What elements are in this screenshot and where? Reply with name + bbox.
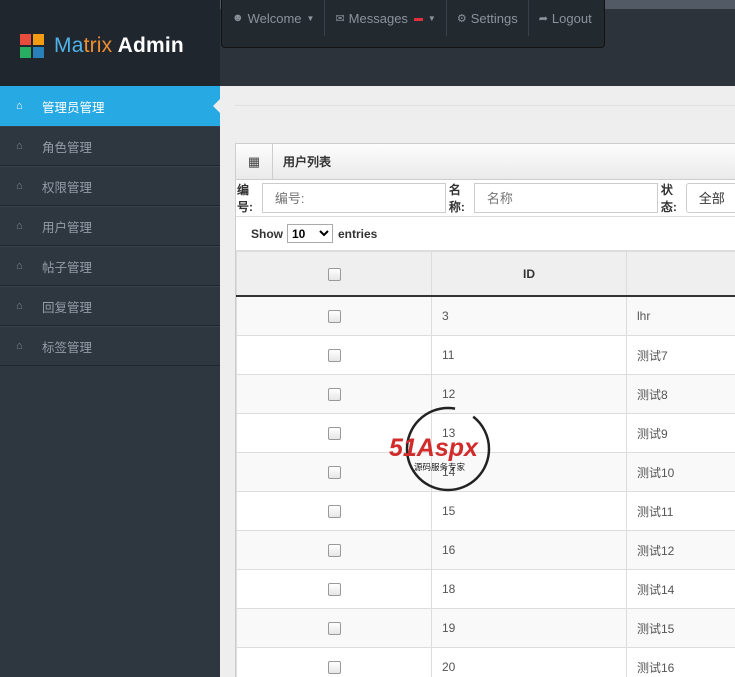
cell-id: 16 <box>431 530 627 570</box>
home-icon: ⌂ <box>16 140 23 152</box>
length-control: Show 10 entries <box>236 217 735 251</box>
widget-header: ▦ 用户列表 <box>236 144 735 180</box>
name-filter-label: 名称: <box>448 183 465 214</box>
table-row: 20 测试16 <box>236 647 735 677</box>
cell-id: 20 <box>431 647 627 677</box>
sidebar-item-label: 帖子管理 <box>42 260 93 275</box>
sidebar-item-users[interactable]: ⌂ 用户管理 <box>0 206 220 246</box>
status-filter-label: 状态: <box>660 183 677 214</box>
cell-name: 测试11 <box>626 491 735 531</box>
id-filter-input[interactable] <box>261 183 446 213</box>
sidebar-item-label: 用户管理 <box>42 220 93 235</box>
header-brand-area: Matrix Admin <box>0 0 220 86</box>
home-icon: ⌂ <box>16 260 23 272</box>
watermark-brand: 51Aspx <box>389 434 479 462</box>
welcome-menu[interactable]: ☻ Welcome ▼ <box>222 0 326 36</box>
home-icon: ⌂ <box>16 300 23 312</box>
row-checkbox[interactable] <box>327 388 341 402</box>
logout-label: Logout <box>551 10 592 26</box>
page-length-select[interactable]: 10 <box>287 224 333 243</box>
sidebar-item-roles[interactable]: ⌂ 角色管理 <box>0 126 220 166</box>
table-row: 15 测试11 <box>236 491 735 531</box>
sidebar-item-label: 管理员管理 <box>42 100 105 115</box>
cell-name: 测试15 <box>626 608 735 648</box>
cell-name: 测试10 <box>626 452 735 492</box>
sidebar-item-permissions[interactable]: ⌂ 权限管理 <box>0 166 220 206</box>
sidebar: ⌂ 管理员管理 ⌂ 角色管理 ⌂ 权限管理 ⌂ 用户管理 ⌂ 帖子管理 ⌂ 回复… <box>0 86 220 677</box>
sidebar-item-posts[interactable]: ⌂ 帖子管理 <box>0 246 220 286</box>
row-checkbox[interactable] <box>327 544 341 558</box>
row-checkbox[interactable] <box>327 466 341 480</box>
name-filter-input[interactable] <box>473 183 658 213</box>
cell-name: 测试12 <box>626 530 735 570</box>
chevron-down-icon: ▼ <box>427 13 436 23</box>
main-content: ▦ 用户列表 编号: 名称: 状态: 全部 Show 10 entries ID <box>220 86 735 677</box>
show-label: Show <box>251 226 283 241</box>
select-all-checkbox[interactable] <box>327 267 341 281</box>
settings-label: Settings <box>470 10 518 26</box>
cell-name: 测试14 <box>626 569 735 609</box>
row-checkbox[interactable] <box>327 661 341 675</box>
cell-id: 11 <box>431 335 627 375</box>
filter-bar: 编号: 名称: 状态: 全部 <box>236 180 735 217</box>
home-icon: ⌂ <box>16 180 23 192</box>
grid-icon: ▦ <box>236 144 273 179</box>
cell-id: 15 <box>431 491 627 531</box>
sidebar-item-label: 角色管理 <box>42 140 93 155</box>
entries-label: entries <box>338 226 378 241</box>
row-checkbox[interactable] <box>327 349 341 363</box>
app-logo[interactable]: Matrix Admin <box>20 34 184 58</box>
table-row: 18 测试14 <box>236 569 735 609</box>
gear-icon: ⚙ <box>456 12 467 25</box>
messages-menu[interactable]: ✉ Messages ▼ <box>325 0 447 36</box>
share-icon: ➦ <box>538 12 548 25</box>
table-row: 3 lhr <box>236 295 735 336</box>
breadcrumb-divider <box>235 105 735 106</box>
settings-link[interactable]: ⚙ Settings <box>447 0 529 36</box>
column-header-id[interactable]: ID <box>431 251 627 297</box>
cell-name: 测试7 <box>626 335 735 375</box>
table-row: 16 测试12 <box>236 530 735 570</box>
envelope-icon: ✉ <box>335 12 345 25</box>
select-all-header <box>236 251 432 297</box>
sidebar-item-admin[interactable]: ⌂ 管理员管理 <box>0 86 220 126</box>
cell-id: 19 <box>431 608 627 648</box>
watermark-slogan: 源码服务专家 <box>414 462 466 472</box>
sidebar-item-replies[interactable]: ⌂ 回复管理 <box>0 286 220 326</box>
column-header-name[interactable] <box>626 251 735 297</box>
sidebar-item-tags[interactable]: ⌂ 标签管理 <box>0 326 220 366</box>
row-checkbox[interactable] <box>327 583 341 597</box>
cell-name: 测试9 <box>626 413 735 453</box>
table-row: 11 测试7 <box>236 335 735 375</box>
cell-name: 测试16 <box>626 647 735 677</box>
row-checkbox[interactable] <box>327 622 341 636</box>
table-row: 19 测试15 <box>236 608 735 648</box>
user-nav: ☻ Welcome ▼ ✉ Messages ▼ ⚙ Settings ➦ Lo… <box>221 0 605 48</box>
cell-id: 18 <box>431 569 627 609</box>
cell-name: 测试8 <box>626 374 735 414</box>
cell-name: lhr <box>626 295 735 336</box>
id-filter-label: 编号: <box>237 183 253 214</box>
sidebar-item-label: 权限管理 <box>42 180 93 195</box>
home-icon: ⌂ <box>16 340 23 352</box>
row-checkbox[interactable] <box>327 310 341 324</box>
messages-label: Messages <box>348 10 408 26</box>
status-filter-select[interactable]: 全部 <box>685 183 735 213</box>
logo-icon <box>20 34 44 58</box>
cell-id: 3 <box>431 295 627 336</box>
app-title: Matrix Admin <box>54 34 184 57</box>
watermark-logo: 51Aspx 源码服务专家 <box>389 406 491 492</box>
user-icon: ☻ <box>232 12 244 24</box>
row-checkbox[interactable] <box>327 427 341 441</box>
home-icon: ⌂ <box>16 100 23 112</box>
welcome-label: Welcome <box>247 10 302 26</box>
sidebar-item-label: 回复管理 <box>42 300 93 315</box>
chevron-down-icon: ▼ <box>306 13 315 23</box>
home-icon: ⌂ <box>16 220 23 232</box>
logout-link[interactable]: ➦ Logout <box>529 0 602 36</box>
row-checkbox[interactable] <box>327 505 341 519</box>
messages-badge <box>413 17 423 21</box>
sidebar-item-label: 标签管理 <box>42 340 93 355</box>
widget-title: 用户列表 <box>283 155 332 169</box>
